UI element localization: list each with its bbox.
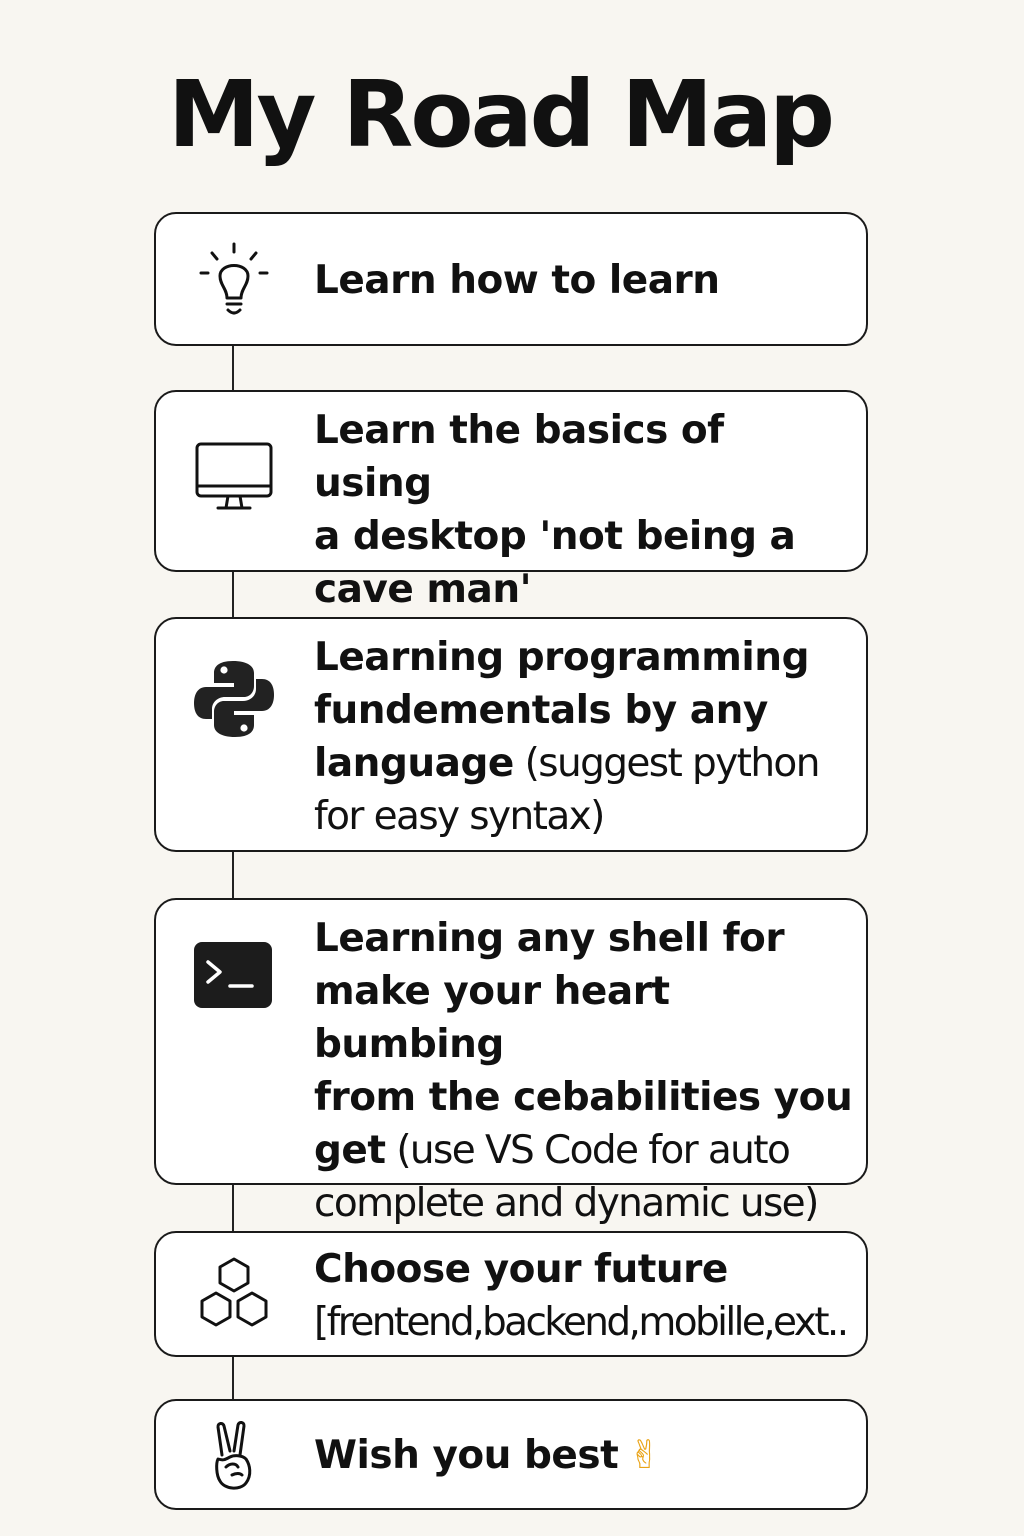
lightbulb-icon [192,240,276,324]
hexagons-icon [192,1255,276,1339]
python-logo-icon [192,657,276,741]
terminal-icon [192,934,276,1018]
roadmap-step-choose-future: Choose your future [frentend,backend,mob… [154,1231,868,1357]
connector-line [232,346,234,392]
desktop-monitor-icon [192,440,276,524]
step-text-line: a desktop 'not being a [314,514,796,559]
roadmap-step-desktop-basics: Learn the basics of using a desktop 'not… [154,390,868,612]
roadmap-step-programming-fundamentals: Learning programming fundementals by any… [154,617,868,852]
step-text-segment: language [314,741,514,786]
step-text-line: Learning any shell for [314,916,785,961]
step-text-line: from the cebabilities you [314,1075,853,1120]
step-text-segment: (suggest python [513,741,821,786]
step-text-line: fundementals by any [314,688,768,733]
step-text-segment: (use VS Code for auto [385,1128,791,1173]
roadmap-step-learn-how-to-learn: Learn how to learn [154,212,868,346]
victory-emoji: ✌ [628,1433,661,1478]
step-text-line: Learning programming [314,635,809,680]
connector-line [232,852,234,898]
step-text-line: complete and dynamic use) [314,1181,819,1226]
connector-line [232,1357,234,1399]
roadmap-step-shell: Learning any shell for make your heart b… [154,898,868,1226]
connector-line [232,572,234,618]
connector-line [232,1185,234,1231]
step-text-line: cave man' [314,567,532,612]
step-text-line: for easy syntax) [314,794,605,839]
step-text: Learn how to learn [314,258,720,303]
page-title: My Road Map [167,61,835,168]
step-text-line: Learn the basics of using [314,408,724,506]
victory-hand-icon [192,1415,276,1499]
step-text: Wish you best [314,1433,619,1478]
step-text-segment: get [314,1128,386,1173]
roadmap-step-wish-you-best: Wish you best ✌ [154,1399,868,1510]
step-text-line: Choose your future [314,1247,728,1292]
step-text-line: make your heart bumbing [314,969,670,1067]
step-text-line: [frentend,backend,mobille,ext.. [314,1300,849,1345]
